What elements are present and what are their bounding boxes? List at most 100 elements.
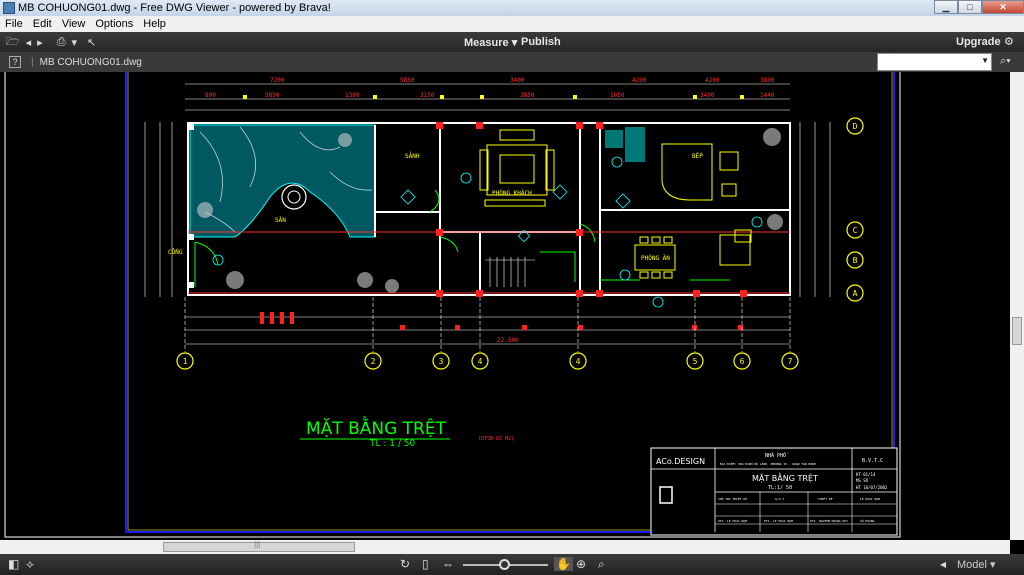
help-icon[interactable]: ? [9,56,21,68]
svg-text:1380: 1380 [345,92,360,99]
drawing-scale: TL : 1 / 50 [369,439,415,449]
status-bar: ◧ ⟡ ↻ ▯ ⇔ ✋ ⊕ ⌕ ◂ Model ▾ [0,554,1024,575]
select-cursor-icon[interactable]: ↖ [87,36,96,49]
room-label-living: PHÒNG KHÁCH [492,190,532,197]
document-tab[interactable]: MB COHUONG01.dwg [40,57,142,68]
title-block-col4: LÊ HOÀI NAM [860,496,880,501]
dining-furniture [634,229,752,279]
title-block-sheet-number: KT-01/14 [856,472,876,477]
publish-button[interactable]: Publish [521,36,561,48]
model-space-selector[interactable]: Model ▾ [957,558,996,571]
back-icon[interactable]: ◂ [26,36,32,49]
horizontal-scrollbar[interactable]: ||| [0,540,1010,554]
right-grid-labels: D C B A [853,122,858,298]
window-controls: ▁ □ ✕ [934,0,1024,14]
title-block-row4: VŨ HOÀNG [860,518,875,523]
room-label-yard: SÂN [275,217,286,224]
overall-dimension: 22.500 [497,337,519,344]
svg-text:5850: 5850 [265,92,280,99]
print-dropdown-icon[interactable]: ▾ [72,36,78,49]
menu-bar: File Edit View Options Help [0,16,1024,32]
print-icon[interactable]: ⎙ [57,36,66,49]
svg-text:D: D [853,122,858,131]
zoom-window-icon[interactable]: ⊕ [576,557,586,571]
title-block-col3: THIẾT KẾ [818,496,834,501]
stair-hatch [605,127,645,162]
title-block-col1: CHỦ TRÌ THIẾT KẾ [718,496,749,501]
title-block-code: MS SỐ [856,478,870,483]
svg-text:7200: 7200 [270,77,285,84]
page-icon[interactable]: ▯ [422,557,429,571]
forward-icon[interactable]: ▸ [37,36,43,49]
svg-text:7: 7 [788,357,793,366]
svg-text:2850: 2850 [520,92,535,99]
yard-fountain-inner [287,190,301,204]
settings-gear-icon[interactable]: ⚙ [1004,35,1014,48]
title-block-row2: KTS. LÊ HOÀI NAM [764,518,793,523]
svg-text:C: C [853,226,858,235]
svg-text:2: 2 [371,357,376,366]
close-button[interactable]: ✕ [982,0,1024,14]
menu-file[interactable]: File [0,18,28,30]
bottom-dimensions [185,316,790,345]
vertical-scrollbar[interactable] [1010,72,1024,540]
menu-options[interactable]: Options [90,18,138,30]
window-titlebar: MB COHUONG01.dwg - Free DWG Viewer - pow… [0,0,1024,16]
menu-edit[interactable]: Edit [28,18,57,30]
svg-text:B: B [853,256,858,265]
svg-text:3400: 3400 [510,77,525,84]
svg-text:1050: 1050 [610,92,625,99]
svg-text:4200: 4200 [632,77,647,84]
room-label-dining: PHÒNG ĂN [641,255,670,262]
title-block-company: ACo.DESIGN [656,457,705,466]
vertical-scroll-thumb[interactable] [1012,317,1022,345]
rotate-icon[interactable]: ↻ [400,557,410,571]
svg-text:4: 4 [576,357,581,366]
document-bar: ? | MB COHUONG01.dwg ▼ ⌕▾ [0,52,1024,72]
top-dim-ticks [243,95,744,99]
menu-help[interactable]: Help [138,18,171,30]
zoom-extents-icon[interactable]: ⌕ [598,557,605,572]
search-input[interactable]: ▼ [877,53,992,71]
svg-text:5850: 5850 [400,77,415,84]
upgrade-button[interactable]: Upgrade [956,36,1001,48]
room-label-kitchen: BẾP [692,152,703,160]
menu-view[interactable]: View [57,18,91,30]
title-block: ACo.DESIGN NHÀ PHỐ ĐỊA ĐIỂM: 366 ĐINH BỘ… [650,447,898,536]
room-label-gate: CỔNG [168,249,183,256]
zoom-slider-handle[interactable] [499,559,510,570]
title-block-project: NHÀ PHỐ [765,452,789,459]
title-block-row1: KTS. LÊ HOÀI NAM [718,518,747,523]
fit-width-icon[interactable]: ⇔ [442,557,454,571]
maximize-button[interactable]: □ [958,0,982,14]
title-block-col2: Q.H.T [775,497,784,501]
pan-hand-icon[interactable]: ✋ [554,557,573,571]
drawing-title: MẶT BẰNG TRỆT [306,415,447,439]
search-dropdown-icon[interactable]: ▼ [981,56,989,65]
svg-text:6: 6 [740,357,745,366]
drawing-canvas[interactable]: 7200 5850 3400 4200 4200 3800 800 5850 1380 31… [0,72,1024,540]
svg-text:1: 1 [183,357,188,366]
svg-text:4200: 4200 [705,77,720,84]
drawing-area-note: (DTSD 87 M2) [478,436,514,442]
horizontal-scroll-thumb[interactable]: ||| [163,540,355,552]
layers-icon[interactable]: ⟡ [26,557,34,572]
measure-menu[interactable]: Measure ▾ [464,36,517,49]
bottom-dim-ticks [260,312,743,330]
title-block-stage: B.V.T.C [862,458,883,464]
left-dimensions [144,122,173,297]
panel-toggle-icon[interactable]: ◧ [8,557,19,571]
model-prev-icon[interactable]: ◂ [940,557,946,571]
right-grid-bubbles [846,117,864,302]
search-icon[interactable]: ⌕▾ [1000,55,1011,68]
wall-centerlines [188,231,790,294]
bottom-grid-bubbles [176,352,799,370]
window-title: MB COHUONG01.dwg - Free DWG Viewer - pow… [18,2,331,14]
minimize-button[interactable]: ▁ [934,0,958,14]
svg-text:3490: 3490 [700,92,715,99]
yard-fountain [281,184,307,210]
svg-text:800: 800 [205,92,216,99]
interior-walls [374,125,790,293]
svg-text:4: 4 [478,357,483,366]
open-folder-icon[interactable]: 🗁 [6,33,20,52]
